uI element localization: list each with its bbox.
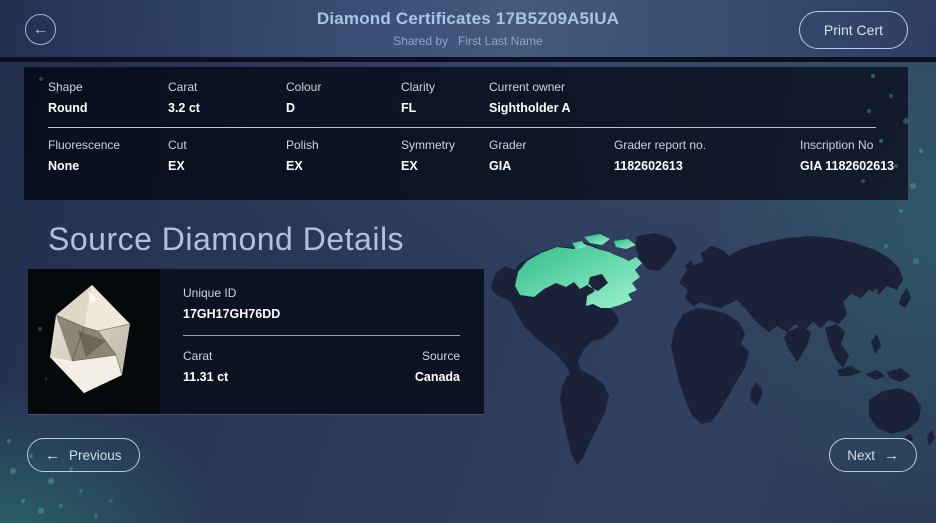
field-label: Fluorescence <box>48 138 121 152</box>
page-title: Diamond Certificates 17B5Z09A5IUA <box>316 9 620 28</box>
source-column: Source Canada <box>415 349 460 384</box>
certificate-details-panel: Shape Round Carat 3.2 ct Colour D Clarit… <box>24 67 908 200</box>
field-value: 3.2 ct <box>168 101 200 115</box>
field-label: Symmetry <box>401 138 455 152</box>
carat-column: Carat 11.31 ct <box>183 349 228 384</box>
field-label: Current owner <box>489 80 566 94</box>
field-label: Carat <box>168 80 198 94</box>
arrow-left-icon: ← <box>45 446 60 464</box>
field-value: EX <box>401 159 418 173</box>
field-value: None <box>48 159 80 173</box>
panel-divider <box>48 127 876 128</box>
carat-label: Carat <box>183 349 213 363</box>
next-button-label: Next <box>847 447 875 463</box>
header-bar: ← Diamond Certificates 17B5Z09A5IUA Shar… <box>0 0 936 62</box>
previous-button[interactable]: ← Previous <box>27 438 140 472</box>
field-label: Cut <box>168 138 187 152</box>
arrow-right-icon: → <box>884 446 899 464</box>
shared-by-label: Shared by <box>393 34 448 48</box>
carat-value: 11.31 ct <box>183 370 229 384</box>
field-value: EX <box>168 159 185 173</box>
field-current-owner: Current owner Sightholder A <box>489 80 570 115</box>
field-label: Inscription No <box>800 138 874 152</box>
field-polish: Polish EX <box>286 138 319 173</box>
field-value: Sightholder A <box>489 101 571 115</box>
card-divider <box>183 335 460 336</box>
source-label: Source <box>421 349 460 363</box>
field-carat: Carat 3.2 ct <box>168 80 200 115</box>
field-value: FL <box>401 101 417 115</box>
field-value: 1182602613 <box>614 159 683 173</box>
field-clarity: Clarity FL <box>401 80 435 115</box>
field-label: Polish <box>286 138 319 152</box>
shared-by-line: Shared by First Last Name <box>0 34 936 48</box>
field-value: EX <box>286 159 303 173</box>
field-label: Grader report no. <box>614 138 707 152</box>
field-symmetry: Symmetry EX <box>401 138 455 173</box>
field-label: Grader <box>489 138 527 152</box>
unique-id-label: Unique ID <box>183 286 237 300</box>
field-grader-report-no: Grader report no. 1182602613 <box>614 138 706 173</box>
field-value: GIA <box>489 159 512 173</box>
field-cut: Cut EX <box>168 138 187 173</box>
shared-by-name: First Last Name <box>458 34 543 48</box>
field-value: Round <box>48 101 88 115</box>
source-diamond-details-heading: Source Diamond Details <box>48 221 405 257</box>
source-diamond-card: Unique ID 17GH17GH76DD Carat 11.31 ct So… <box>28 269 484 414</box>
field-inscription-no: Inscription No GIA 1182602613 <box>800 138 894 173</box>
field-grader: Grader GIA <box>489 138 526 173</box>
field-shape: Shape Round <box>48 80 88 115</box>
unique-id-value: 17GH17GH76DD <box>183 307 281 321</box>
field-label: Shape <box>48 80 83 94</box>
field-label: Clarity <box>401 80 436 94</box>
next-button[interactable]: Next → <box>829 438 917 472</box>
field-value: GIA 1182602613 <box>800 159 895 173</box>
field-colour: Colour D <box>286 80 321 115</box>
source-value: Canada <box>414 370 460 384</box>
previous-button-label: Previous <box>69 447 122 463</box>
field-label: Colour <box>286 80 322 94</box>
print-cert-button[interactable]: Print Cert <box>798 11 908 49</box>
field-fluorescence: Fluorescence None <box>48 138 120 173</box>
source-card-body: Unique ID 17GH17GH76DD Carat 11.31 ct So… <box>160 269 484 414</box>
field-value: D <box>286 101 296 115</box>
rough-diamond-photo <box>28 269 160 414</box>
